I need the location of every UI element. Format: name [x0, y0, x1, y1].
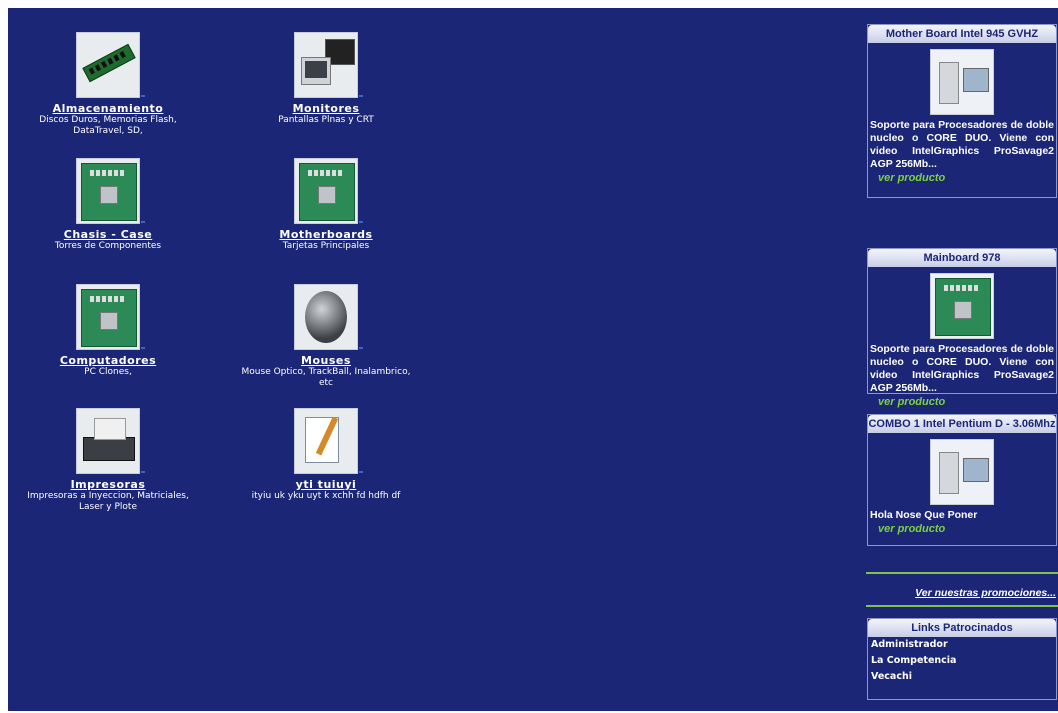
category-name[interactable]: Computadores [18, 354, 198, 367]
category-monitores[interactable]: Monitores Pantallas Plnas y CRT [236, 32, 416, 126]
category-name[interactable]: Impresoras [18, 478, 198, 491]
category-mouses[interactable]: Mouses Mouse Optico, TrackBall, Inalambr… [236, 284, 416, 389]
category-name[interactable]: Mouses [236, 354, 416, 367]
product-description: Soporte para Procesadores de doble nucle… [870, 343, 1054, 394]
category-name[interactable]: yti tuiuyi [236, 478, 416, 491]
category-desc: Impresoras a Inyeccion, Matriciales, Las… [27, 491, 189, 512]
computer-icon[interactable] [930, 439, 994, 505]
category-desc: Tarjetas Principales [282, 241, 370, 251]
product-title[interactable]: Mainboard 978 [868, 249, 1056, 267]
product-title[interactable]: COMBO 1 Intel Pentium D - 3.06Mhz [868, 415, 1056, 433]
product-box: Mainboard 978 Soporte para Procesadores … [867, 248, 1057, 408]
category-desc: PC Clones, [84, 367, 132, 377]
ram-icon[interactable] [76, 32, 145, 98]
motherboard-icon[interactable] [76, 284, 145, 350]
product-box: COMBO 1 Intel Pentium D - 3.06Mhz Hola N… [867, 414, 1057, 546]
category-almacenamiento[interactable]: Almacenamiento Discos Duros, Memorias Fl… [18, 32, 198, 137]
product-box: Mother Board Intel 945 GVHZ Soporte para… [867, 24, 1057, 198]
category-chasis[interactable]: Chasis - Case Torres de Componentes [18, 158, 198, 252]
product-description: Hola Nose Que Poner [870, 509, 978, 521]
document-icon[interactable] [294, 408, 363, 474]
category-name[interactable]: Motherboards [236, 228, 416, 241]
product-description: Soporte para Procesadores de doble nucle… [870, 119, 1054, 170]
category-name[interactable]: Monitores [236, 102, 416, 115]
category-motherboards[interactable]: Motherboards Tarjetas Principales [236, 158, 416, 252]
category-desc: Torres de Componentes [54, 241, 162, 251]
divider [866, 572, 1058, 574]
divider [866, 605, 1058, 607]
category-desc: Discos Duros, Memorias Flash, DataTravel… [39, 115, 177, 136]
view-product-link[interactable]: ver producto [868, 395, 1056, 409]
view-product-link[interactable]: ver producto [868, 522, 1056, 536]
promotions-link[interactable]: Ver nuestras promociones... [866, 587, 1056, 599]
category-name[interactable]: Almacenamiento [18, 102, 198, 115]
product-title[interactable]: Mother Board Intel 945 GVHZ [868, 25, 1056, 43]
computer-icon[interactable] [930, 49, 994, 115]
sponsored-link[interactable]: Vecachi [868, 669, 1056, 685]
sponsored-links-box: Links Patrocinados Administrador La Comp… [867, 618, 1057, 700]
view-product-link[interactable]: ver producto [868, 171, 1056, 185]
mouse-icon[interactable] [294, 284, 363, 350]
category-computadores[interactable]: Computadores PC Clones, [18, 284, 198, 378]
category-yti-tuiuyi[interactable]: yti tuiuyi ityiu uk yku uyt k xchh fd hd… [236, 408, 416, 502]
category-desc: Mouse Optico, TrackBall, Inalambrico, et… [241, 367, 411, 388]
motherboard-icon[interactable] [76, 158, 145, 224]
motherboard-icon[interactable] [930, 273, 994, 339]
motherboard-icon[interactable] [294, 158, 363, 224]
sponsored-link[interactable]: Administrador [868, 637, 1056, 653]
category-name[interactable]: Chasis - Case [18, 228, 198, 241]
monitor-icon[interactable] [294, 32, 363, 98]
category-impresoras[interactable]: Impresoras Impresoras a Inyeccion, Matri… [18, 408, 198, 513]
printer-icon[interactable] [76, 408, 145, 474]
sponsored-links-title: Links Patrocinados [868, 619, 1056, 637]
sponsored-link[interactable]: La Competencia [868, 653, 1056, 669]
category-desc: ityiu uk yku uyt k xchh fd hdfh df [251, 491, 401, 501]
category-desc: Pantallas Plnas y CRT [278, 115, 374, 125]
